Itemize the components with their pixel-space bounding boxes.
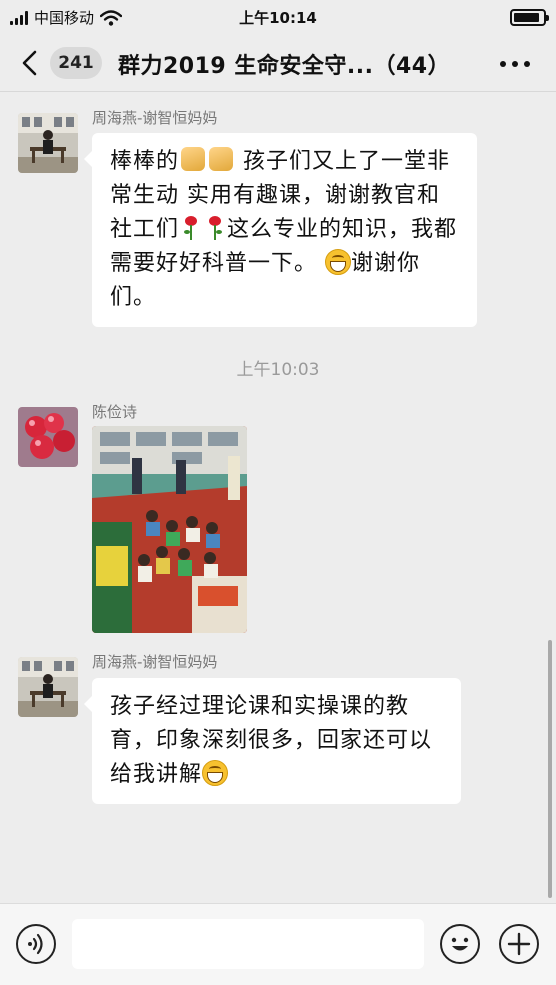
avatar[interactable] (18, 407, 78, 467)
avatar[interactable] (18, 113, 78, 173)
rose-icon (184, 216, 198, 240)
plus-icon[interactable] (499, 924, 539, 964)
chevron-left-icon[interactable] (18, 50, 42, 76)
timestamp: 上午10:03 (236, 360, 320, 380)
message-text: 孩子经过理论课和实操课的教育，印象深刻很多，回家还可以给我讲解 (110, 694, 433, 787)
message-bubble[interactable]: 孩子经过理论课和实操课的教育，印象深刻很多，回家还可以给我讲解 (84, 678, 461, 804)
sender-name: 周海燕-谢智恒妈妈 (92, 653, 218, 671)
grin-icon (325, 249, 352, 275)
rose-icon (209, 216, 223, 240)
avatar[interactable] (18, 657, 78, 717)
message-text: 棒棒的 (110, 149, 180, 174)
thumbs-up-icon (181, 147, 206, 171)
voice-icon[interactable] (16, 924, 56, 964)
scrollbar[interactable] (548, 640, 552, 898)
status-time: 上午10:14 (239, 9, 317, 27)
message-input[interactable] (72, 919, 424, 969)
emoji-icon[interactable] (440, 924, 480, 964)
shared-photo[interactable] (92, 426, 247, 633)
unread-count-badge[interactable]: 241 (50, 47, 102, 79)
battery-level (514, 13, 540, 22)
status-bar: 中国移动 上午10:14 (0, 0, 556, 34)
grin-icon (202, 760, 229, 786)
more-icon[interactable] (500, 61, 530, 67)
nav-bar: 241 群力2019 生命安全守...（44） (0, 34, 556, 92)
chat-title: 群力2019 生命安全守...（44） (118, 54, 451, 79)
sender-name: 周海燕-谢智恒妈妈 (92, 109, 218, 127)
thumbs-up-icon (209, 147, 234, 171)
battery-icon (510, 9, 549, 26)
input-bar (0, 903, 556, 985)
sender-name: 陈俭诗 (92, 403, 138, 421)
message-bubble[interactable]: 棒棒的 孩子们又上了一堂非常生动 实用有趣课，谢谢教官和社工们 这么专业的知识，我… (84, 133, 477, 327)
